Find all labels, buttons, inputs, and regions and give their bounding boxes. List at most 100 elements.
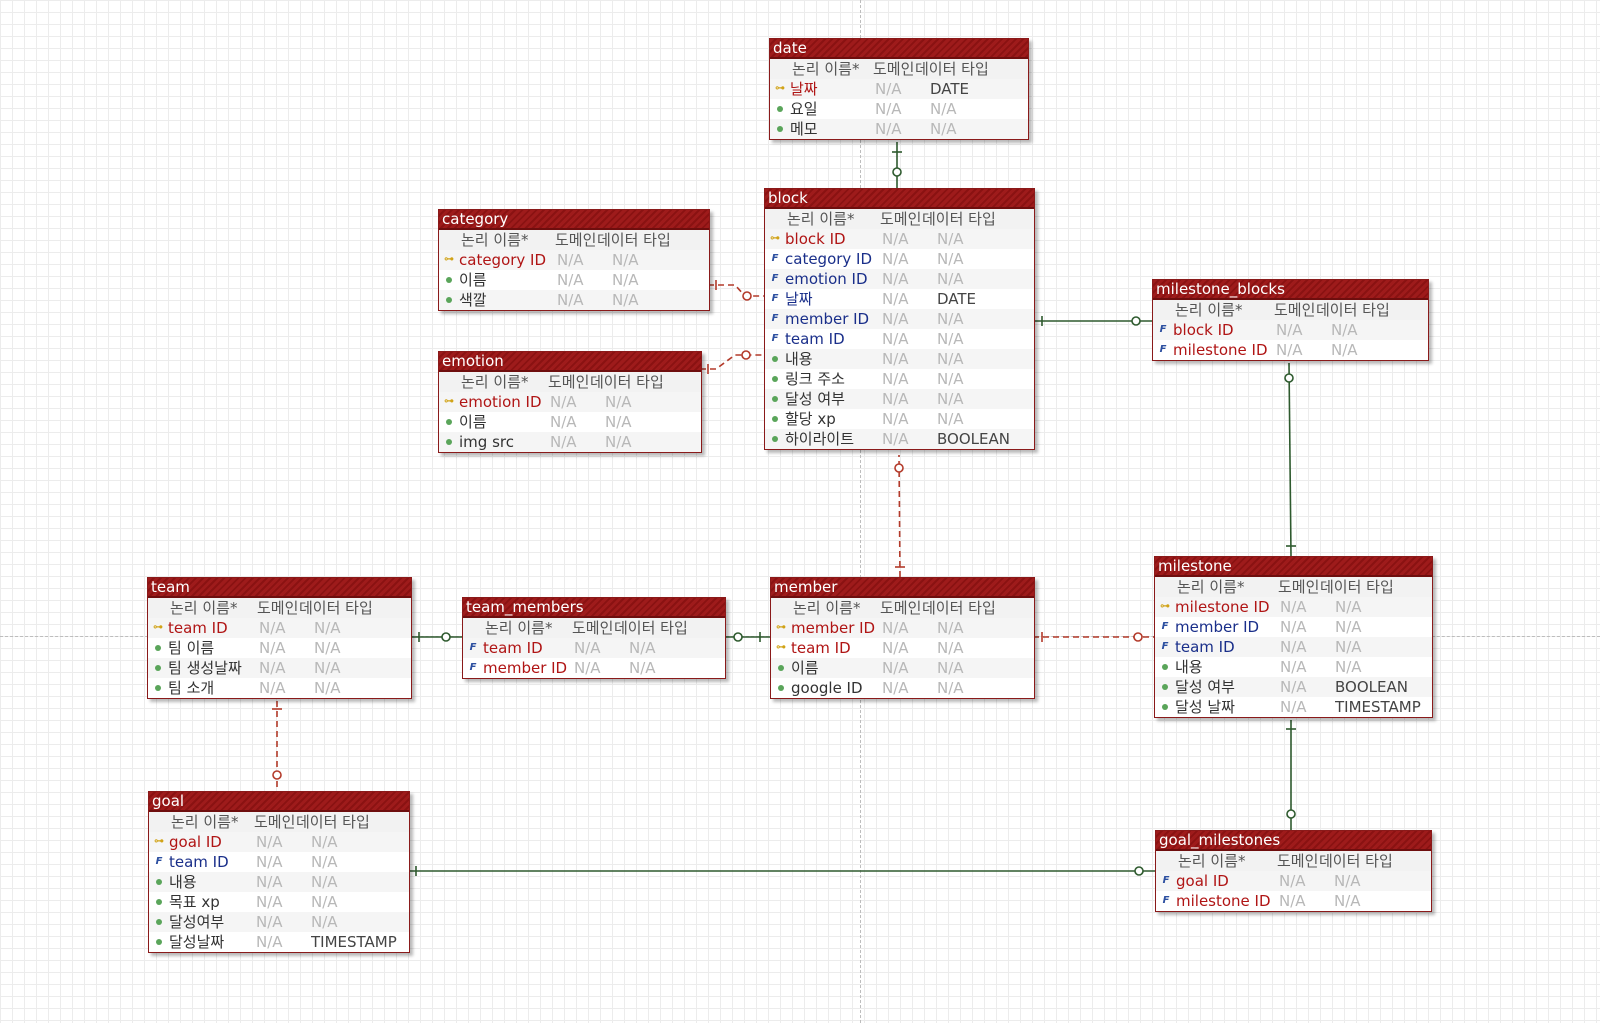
- column-header-row: 논리 이름* 도메인 데이터 타입: [765, 209, 1034, 229]
- table-row[interactable]: google ID N/A N/A: [771, 678, 1034, 698]
- attribute-dot-icon: [1159, 681, 1171, 693]
- column-data-type: N/A: [930, 100, 957, 118]
- table-row[interactable]: img src N/A N/A: [439, 432, 701, 452]
- rel-member-block[interactable]: [898, 454, 901, 578]
- header-data-type: 데이터 타입: [1316, 301, 1390, 319]
- entity-title: milestone_blocks: [1153, 280, 1428, 300]
- column-data-type: N/A: [314, 659, 341, 677]
- table-row[interactable]: Fcategory ID N/A N/A: [765, 249, 1034, 269]
- table-row[interactable]: 할당 xp N/A N/A: [765, 409, 1034, 429]
- table-row[interactable]: 내용 N/A N/A: [1155, 657, 1432, 677]
- table-row[interactable]: 팀 소개 N/A N/A: [148, 678, 411, 698]
- table-row[interactable]: ⊶ block ID N/A N/A: [765, 229, 1034, 249]
- table-row[interactable]: 요일 N/A N/A: [770, 99, 1028, 119]
- table-row[interactable]: 달성여부 N/A N/A: [149, 912, 409, 932]
- table-row[interactable]: Fgoal ID N/A N/A: [1156, 871, 1431, 891]
- column-data-type: BOOLEAN: [1335, 678, 1408, 696]
- table-row[interactable]: ⊶ member ID N/A N/A: [771, 618, 1034, 638]
- column-domain: N/A: [875, 80, 902, 98]
- entity-block[interactable]: block 논리 이름* 도메인 데이터 타입 ⊶ block ID N/A N/A Fcate…: [764, 188, 1035, 450]
- attribute-dot-icon: [152, 642, 164, 654]
- column-header-row: 논리 이름* 도메인 데이터 타입: [1155, 577, 1432, 597]
- table-row[interactable]: ⊶ team ID N/A N/A: [148, 618, 411, 638]
- header-domain: 도메인: [555, 231, 597, 249]
- table-row[interactable]: 이름 N/A N/A: [439, 270, 709, 290]
- table-row[interactable]: Fmilestone ID N/A N/A: [1153, 340, 1428, 360]
- table-row[interactable]: ⊶ category ID N/A N/A: [439, 250, 709, 270]
- column-name: google ID: [791, 679, 863, 697]
- table-row[interactable]: 메모 N/A N/A: [770, 119, 1028, 139]
- rel-category-block[interactable]: [708, 284, 764, 297]
- table-row[interactable]: 달성날짜 N/A TIMESTAMP: [149, 932, 409, 952]
- entity-milestone-blocks[interactable]: milestone_blocks 논리 이름* 도메인 데이터 타입 Fblock ID…: [1152, 279, 1429, 361]
- attribute-dot-icon: [774, 103, 786, 115]
- column-data-type: N/A: [629, 639, 656, 657]
- attribute-dot-icon: [152, 662, 164, 674]
- entity-date[interactable]: date 논리 이름* 도메인 데이터 타입 ⊶ 날짜 N/A DATE 요일 N/A N/A 메모 N…: [769, 38, 1029, 140]
- table-row[interactable]: 달성 날짜 N/A TIMESTAMP: [1155, 697, 1432, 717]
- header-data-type: 데이터 타입: [614, 619, 688, 637]
- column-data-type: N/A: [612, 271, 639, 289]
- table-row[interactable]: ⊶ milestone ID N/A N/A: [1155, 597, 1432, 617]
- table-row[interactable]: ⊶ emotion ID N/A N/A: [439, 392, 701, 412]
- column-name: milestone ID: [1173, 341, 1268, 359]
- table-row[interactable]: Fmilestone ID N/A N/A: [1156, 891, 1431, 911]
- table-row[interactable]: 링크 주소 N/A N/A: [765, 369, 1034, 389]
- table-row[interactable]: 목표 xp N/A N/A: [149, 892, 409, 912]
- entity-title: member: [771, 578, 1034, 598]
- table-row[interactable]: Fmember ID N/A N/A: [463, 658, 725, 678]
- entity-goal[interactable]: goal 논리 이름* 도메인 데이터 타입 ⊶ goal ID N/A N/A Fteam I…: [148, 791, 410, 953]
- table-row[interactable]: 달성 여부 N/A N/A: [765, 389, 1034, 409]
- column-header-row: 논리 이름* 도메인 데이터 타입: [1153, 300, 1428, 320]
- column-name: team ID: [168, 619, 228, 637]
- table-row[interactable]: 내용 N/A N/A: [765, 349, 1034, 369]
- primary-key-icon: ⊶: [775, 83, 785, 94]
- table-row[interactable]: 내용 N/A N/A: [149, 872, 409, 892]
- table-row[interactable]: 팀 생성날짜 N/A N/A: [148, 658, 411, 678]
- column-data-type: N/A: [937, 230, 964, 248]
- column-data-type: N/A: [311, 833, 338, 851]
- table-row[interactable]: Fteam ID N/A N/A: [463, 638, 725, 658]
- table-row[interactable]: Fmember ID N/A N/A: [1155, 617, 1432, 637]
- table-row[interactable]: F 날짜 N/A DATE: [765, 289, 1034, 309]
- table-row[interactable]: Fteam ID N/A N/A: [765, 329, 1034, 349]
- table-row[interactable]: 색깔 N/A N/A: [439, 290, 709, 310]
- table-row[interactable]: Fmember ID N/A N/A: [765, 309, 1034, 329]
- entity-team-members[interactable]: team_members 논리 이름* 도메인 데이터 타입 Fteam ID N/A N/…: [462, 597, 726, 679]
- entity-team[interactable]: team 논리 이름* 도메인 데이터 타입 ⊶ team ID N/A N/A 팀 이름 N/A…: [147, 577, 412, 699]
- table-row[interactable]: Fblock ID N/A N/A: [1153, 320, 1428, 340]
- attribute-dot-icon: [769, 353, 781, 365]
- column-data-type: N/A: [1331, 341, 1358, 359]
- entity-title: team: [148, 578, 411, 598]
- table-row[interactable]: 팀 이름 N/A N/A: [148, 638, 411, 658]
- table-row[interactable]: Fteam ID N/A N/A: [1155, 637, 1432, 657]
- table-row[interactable]: Fteam ID N/A N/A: [149, 852, 409, 872]
- column-domain: N/A: [882, 330, 909, 348]
- table-row[interactable]: ⊶ team ID N/A N/A: [771, 638, 1034, 658]
- column-name: milestone ID: [1175, 598, 1270, 616]
- child-circle-marker: [892, 167, 902, 177]
- rel-emotion-block[interactable]: [700, 354, 764, 370]
- table-row[interactable]: ⊶ 날짜 N/A DATE: [770, 79, 1028, 99]
- table-row[interactable]: Femotion ID N/A N/A: [765, 269, 1034, 289]
- attribute-dot-icon: [153, 896, 165, 908]
- rel-milestone-milestone-blocks[interactable]: [1288, 362, 1292, 557]
- column-domain: N/A: [882, 410, 909, 428]
- column-domain: N/A: [574, 639, 601, 657]
- table-row[interactable]: 이름 N/A N/A: [771, 658, 1034, 678]
- entity-milestone[interactable]: milestone 논리 이름* 도메인 데이터 타입 ⊶ milestone ID N/A…: [1154, 556, 1433, 718]
- table-row[interactable]: 달성 여부 N/A BOOLEAN: [1155, 677, 1432, 697]
- entity-goal-milestones[interactable]: goal_milestones 논리 이름* 도메인 데이터 타입 Fgoal ID N/…: [1155, 830, 1432, 912]
- entity-emotion[interactable]: emotion 논리 이름* 도메인 데이터 타입 ⊶ emotion ID N/A N/A 이…: [438, 351, 702, 453]
- column-header-row: 논리 이름* 도메인 데이터 타입: [439, 230, 709, 250]
- table-row[interactable]: 하이라이트 N/A BOOLEAN: [765, 429, 1034, 449]
- column-name: team ID: [785, 330, 845, 348]
- table-row[interactable]: 이름 N/A N/A: [439, 412, 701, 432]
- column-name: 이름: [791, 659, 819, 677]
- entity-category[interactable]: category 논리 이름* 도메인 데이터 타입 ⊶ category ID N/A N/…: [438, 209, 710, 311]
- entity-member[interactable]: member 논리 이름* 도메인 데이터 타입 ⊶ member ID N/A N/A ⊶ te…: [770, 577, 1035, 699]
- column-name: milestone ID: [1176, 892, 1271, 910]
- table-row[interactable]: ⊶ goal ID N/A N/A: [149, 832, 409, 852]
- primary-key-icon: ⊶: [153, 622, 163, 633]
- column-data-type: N/A: [311, 913, 338, 931]
